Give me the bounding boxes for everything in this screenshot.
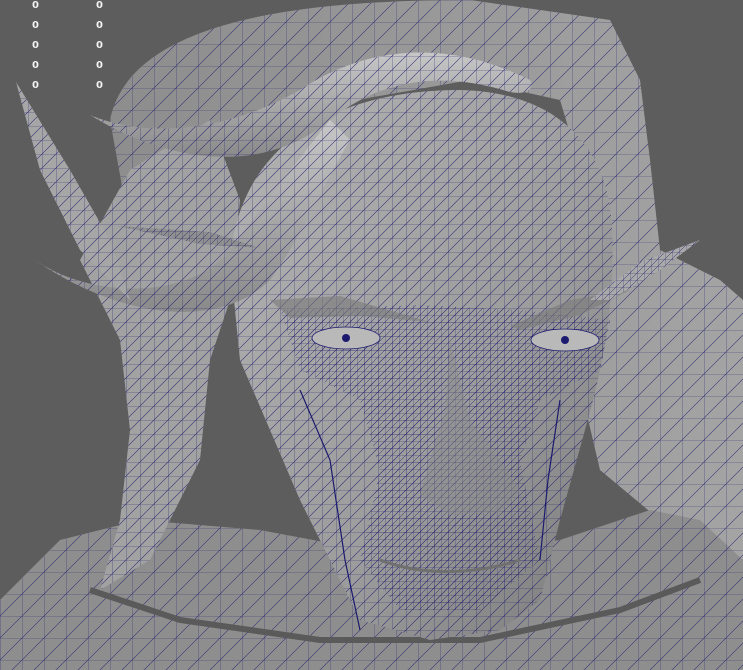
hud-stat-row: 0 0 — [0, 40, 110, 60]
hud-stat-value: 0 — [32, 40, 39, 51]
left-eye-pupil — [342, 334, 350, 342]
3d-viewport[interactable]: 0 0 0 0 0 0 0 0 0 0 — [0, 0, 743, 670]
hud-stat-value: 0 — [96, 0, 103, 11]
right-eye-pupil — [561, 336, 569, 344]
viewport-stats-hud: 0 0 0 0 0 0 0 0 0 0 — [0, 0, 110, 100]
hud-stat-value: 0 — [96, 20, 103, 31]
hud-stat-row: 0 0 — [0, 20, 110, 40]
hud-stat-value: 0 — [32, 60, 39, 71]
hud-stat-value: 0 — [32, 80, 39, 91]
hud-stat-row: 0 0 — [0, 60, 110, 80]
hud-stat-value: 0 — [32, 0, 39, 11]
hud-stat-value: 0 — [32, 20, 39, 31]
hair-strand-left-mesh — [80, 120, 240, 590]
hud-stat-row: 0 0 — [0, 80, 110, 100]
hud-stat-row: 0 0 — [0, 0, 110, 20]
hud-stat-value: 0 — [96, 80, 103, 91]
hud-stat-value: 0 — [96, 60, 103, 71]
hud-stat-value: 0 — [96, 40, 103, 51]
mesh-render — [0, 0, 743, 670]
